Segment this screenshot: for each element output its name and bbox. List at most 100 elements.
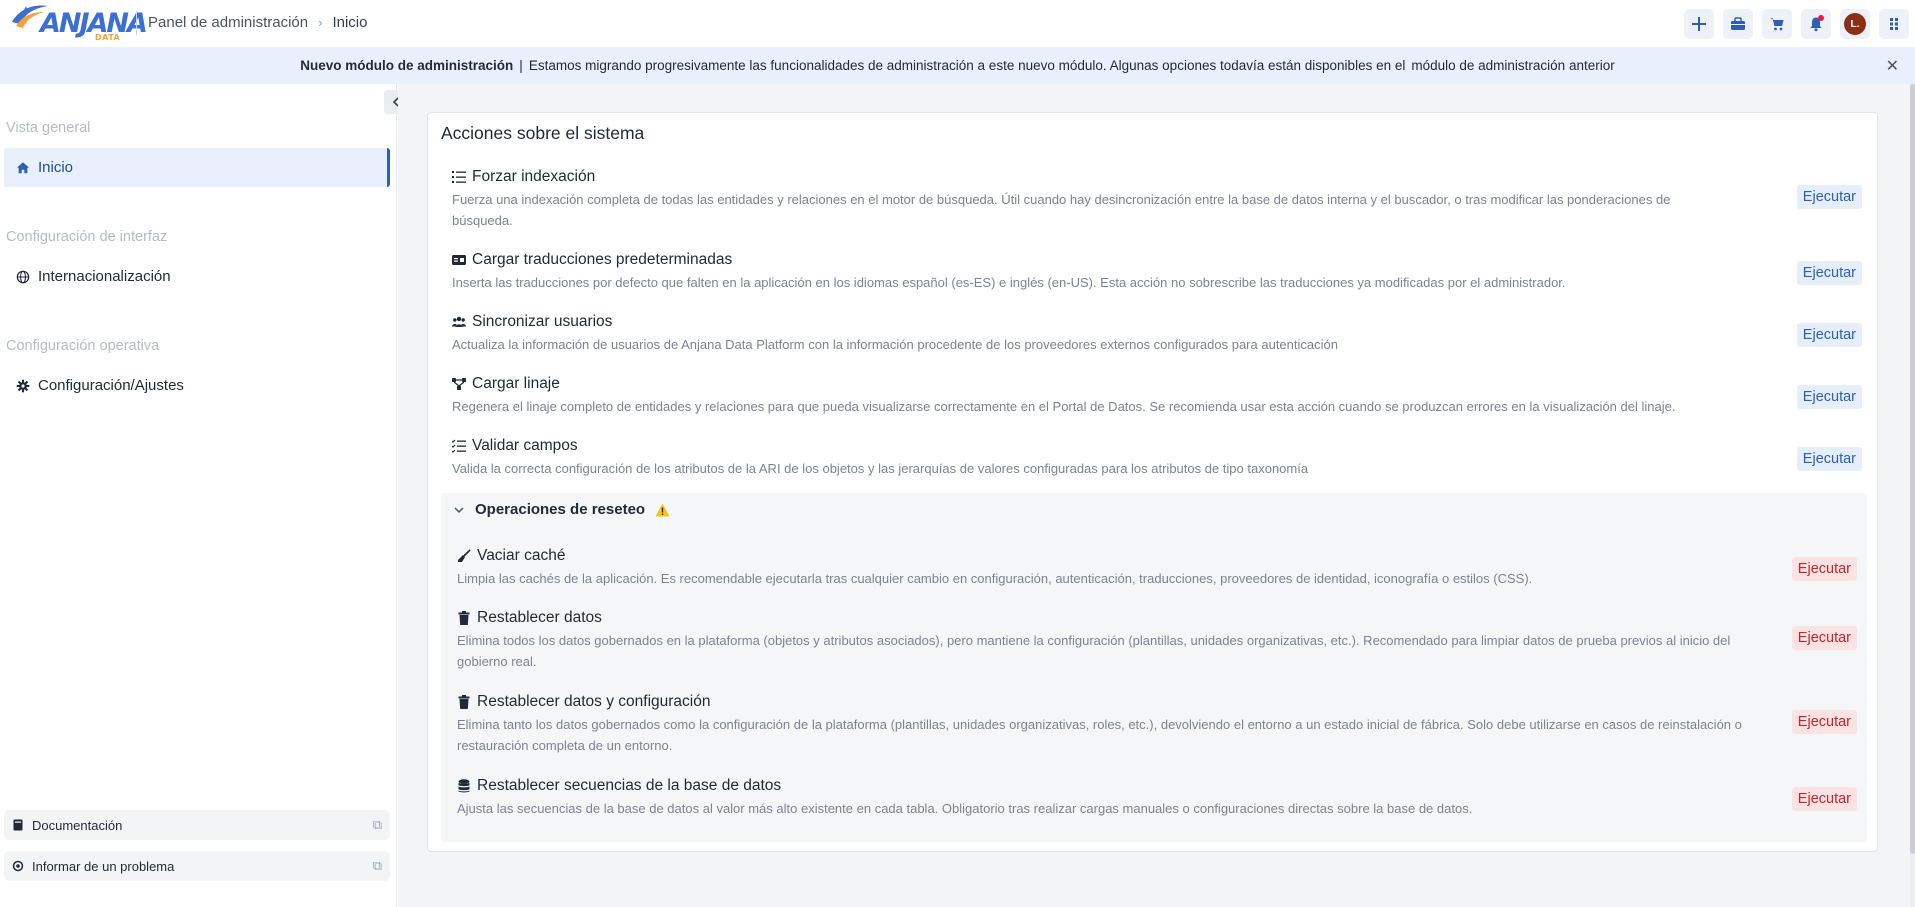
action-description: Inserta las traducciones por defecto que… bbox=[452, 275, 1566, 290]
report-problem-link[interactable]: Informar de un problema ⧉ bbox=[4, 851, 390, 881]
cart-icon bbox=[1770, 18, 1784, 31]
sidebar-item-label: Configuración/Ajustes bbox=[38, 377, 184, 394]
action-title-text: Sincronizar usuarios bbox=[472, 313, 613, 330]
checklist-icon bbox=[452, 439, 466, 453]
briefcase-icon bbox=[1731, 17, 1745, 30]
breadcrumb: Panel de administración › Inicio bbox=[148, 14, 367, 31]
info-banner: Nuevo módulo de administración | Estamos… bbox=[0, 47, 1915, 84]
action-title: Restablecer datos y configuración bbox=[457, 693, 1857, 711]
warning-icon bbox=[655, 503, 670, 516]
logo-subtext: DATA bbox=[95, 33, 121, 42]
notification-dot bbox=[1818, 15, 1824, 21]
sidebar-item-configuracion[interactable]: Configuración/Ajustes bbox=[4, 366, 390, 405]
external-link-icon: ⧉ bbox=[372, 817, 382, 832]
trash-icon bbox=[458, 695, 470, 709]
action-description: Actualiza la información de usuarios de … bbox=[452, 337, 1338, 352]
run-load-translations-button[interactable]: Ejecutar bbox=[1796, 261, 1862, 285]
sidebar-item-inicio[interactable]: Inicio bbox=[4, 148, 390, 187]
action-title-text: Vaciar caché bbox=[477, 547, 566, 564]
action-sync-users: Sincronizar usuarios Actualiza la inform… bbox=[452, 313, 1862, 355]
breadcrumb-item-admin[interactable]: Panel de administración bbox=[148, 14, 308, 31]
logo-text: ANJANA bbox=[40, 8, 148, 39]
breadcrumb-item-current: Inicio bbox=[332, 14, 368, 31]
external-link-icon: ⧉ bbox=[372, 858, 382, 873]
action-clear-cache: Vaciar caché Limpia las cachés de la apl… bbox=[457, 547, 1857, 589]
scrollbar[interactable] bbox=[1910, 84, 1915, 907]
action-description: Ajusta las secuencias de la base de dato… bbox=[457, 801, 1473, 816]
list-icon bbox=[452, 171, 466, 183]
reset-operations-toggle[interactable]: Operaciones de reseteo bbox=[453, 501, 670, 518]
anjana-logo[interactable]: ANJANA DATA bbox=[10, 2, 148, 44]
header-actions: L. bbox=[1684, 9, 1915, 39]
support-icon bbox=[12, 860, 24, 872]
run-sync-users-button[interactable]: Ejecutar bbox=[1796, 323, 1862, 347]
documentation-link[interactable]: Documentación ⧉ bbox=[4, 810, 390, 840]
run-force-indexing-button[interactable]: Ejecutar bbox=[1796, 185, 1862, 209]
action-reset-data-config: Restablecer datos y configuración Elimin… bbox=[457, 693, 1857, 756]
run-validate-fields-button[interactable]: Ejecutar bbox=[1796, 447, 1862, 471]
action-title-text: Validar campos bbox=[472, 437, 578, 454]
action-description: Elimina todos los datos gobernados en la… bbox=[457, 633, 1731, 669]
lineage-icon bbox=[452, 378, 466, 390]
sidebar-item-label: Inicio bbox=[38, 159, 74, 176]
action-description: Elimina tanto los datos gobernados como … bbox=[457, 717, 1742, 753]
plus-icon bbox=[1692, 17, 1706, 31]
reset-operations-panel: Operaciones de reseteo Vaciar caché Limp… bbox=[441, 493, 1867, 842]
report-problem-label: Informar de un problema bbox=[32, 858, 175, 874]
action-title: Sincronizar usuarios bbox=[452, 313, 1862, 331]
sidebar-item-internacionalizacion[interactable]: Internacionalización bbox=[4, 257, 390, 296]
run-load-lineage-button[interactable]: Ejecutar bbox=[1796, 385, 1862, 409]
action-title: Cargar linaje bbox=[452, 375, 1862, 393]
add-button[interactable] bbox=[1684, 9, 1714, 39]
system-actions-card: Acciones sobre el sistema Forzar indexac… bbox=[427, 112, 1878, 852]
card-title: Acciones sobre el sistema bbox=[441, 123, 645, 143]
scrollbar-thumb[interactable] bbox=[1910, 84, 1915, 854]
database-icon bbox=[458, 779, 470, 793]
action-load-translations: Cargar traducciones predeterminadas Inse… bbox=[452, 251, 1862, 293]
action-title: Forzar indexación bbox=[452, 168, 1862, 186]
sidebar: Vista general Inicio Configuración de in… bbox=[0, 84, 408, 907]
header-divider bbox=[136, 11, 137, 35]
action-title: Restablecer datos bbox=[457, 609, 1857, 627]
apps-button[interactable] bbox=[1879, 9, 1909, 39]
action-title-text: Cargar linaje bbox=[472, 375, 560, 392]
action-description: Limpia las cachés de la aplicación. Es r… bbox=[457, 571, 1533, 586]
run-reset-data-button[interactable]: Ejecutar bbox=[1791, 626, 1857, 650]
briefcase-button[interactable] bbox=[1723, 9, 1753, 39]
sidebar-item-label: Internacionalización bbox=[38, 268, 171, 285]
action-description: Regenera el linaje completo de entidades… bbox=[452, 399, 1676, 414]
avatar: L. bbox=[1844, 13, 1866, 35]
run-reset-data-config-button[interactable]: Ejecutar bbox=[1791, 710, 1857, 734]
action-title-text: Restablecer datos y configuración bbox=[477, 693, 711, 710]
action-title: Restablecer secuencias de la base de dat… bbox=[457, 777, 1857, 795]
users-icon bbox=[452, 316, 466, 327]
notifications-button[interactable] bbox=[1801, 9, 1831, 39]
book-icon bbox=[13, 819, 23, 831]
cart-button[interactable] bbox=[1762, 9, 1792, 39]
banner-legacy-link[interactable]: módulo de administración anterior bbox=[1411, 58, 1614, 73]
run-clear-cache-button[interactable]: Ejecutar bbox=[1791, 557, 1857, 581]
banner-text: Estamos migrando progresivamente las fun… bbox=[528, 58, 1406, 73]
banner-close-icon[interactable]: ✕ bbox=[1886, 56, 1899, 76]
action-title-text: Restablecer secuencias de la base de dat… bbox=[477, 777, 782, 794]
main-content: Acciones sobre el sistema Forzar indexac… bbox=[398, 84, 1915, 907]
run-reset-sequences-button[interactable]: Ejecutar bbox=[1791, 787, 1857, 811]
user-menu-button[interactable]: L. bbox=[1840, 9, 1870, 39]
action-description: Valida la correcta configuración de los … bbox=[452, 461, 1309, 476]
globe-icon bbox=[16, 270, 30, 283]
action-description: Fuerza una indexación completa de todas … bbox=[452, 192, 1671, 228]
action-reset-data: Restablecer datos Elimina todos los dato… bbox=[457, 609, 1857, 672]
trash-icon bbox=[458, 611, 470, 625]
banner-title: Nuevo módulo de administración bbox=[300, 58, 514, 73]
action-force-indexing: Forzar indexación Fuerza una indexación … bbox=[452, 168, 1862, 231]
breadcrumb-chevron-icon: › bbox=[318, 15, 323, 30]
action-title: Validar campos bbox=[452, 437, 1862, 455]
action-title-text: Restablecer datos bbox=[477, 609, 602, 626]
broom-icon bbox=[458, 549, 471, 562]
apps-grid-icon bbox=[1890, 18, 1898, 30]
reset-operations-title: Operaciones de reseteo bbox=[475, 501, 646, 518]
language-icon bbox=[452, 255, 466, 265]
section-title-operational: Configuración operativa bbox=[6, 338, 160, 354]
home-icon bbox=[16, 161, 30, 173]
action-reset-sequences: Restablecer secuencias de la base de dat… bbox=[457, 777, 1857, 819]
